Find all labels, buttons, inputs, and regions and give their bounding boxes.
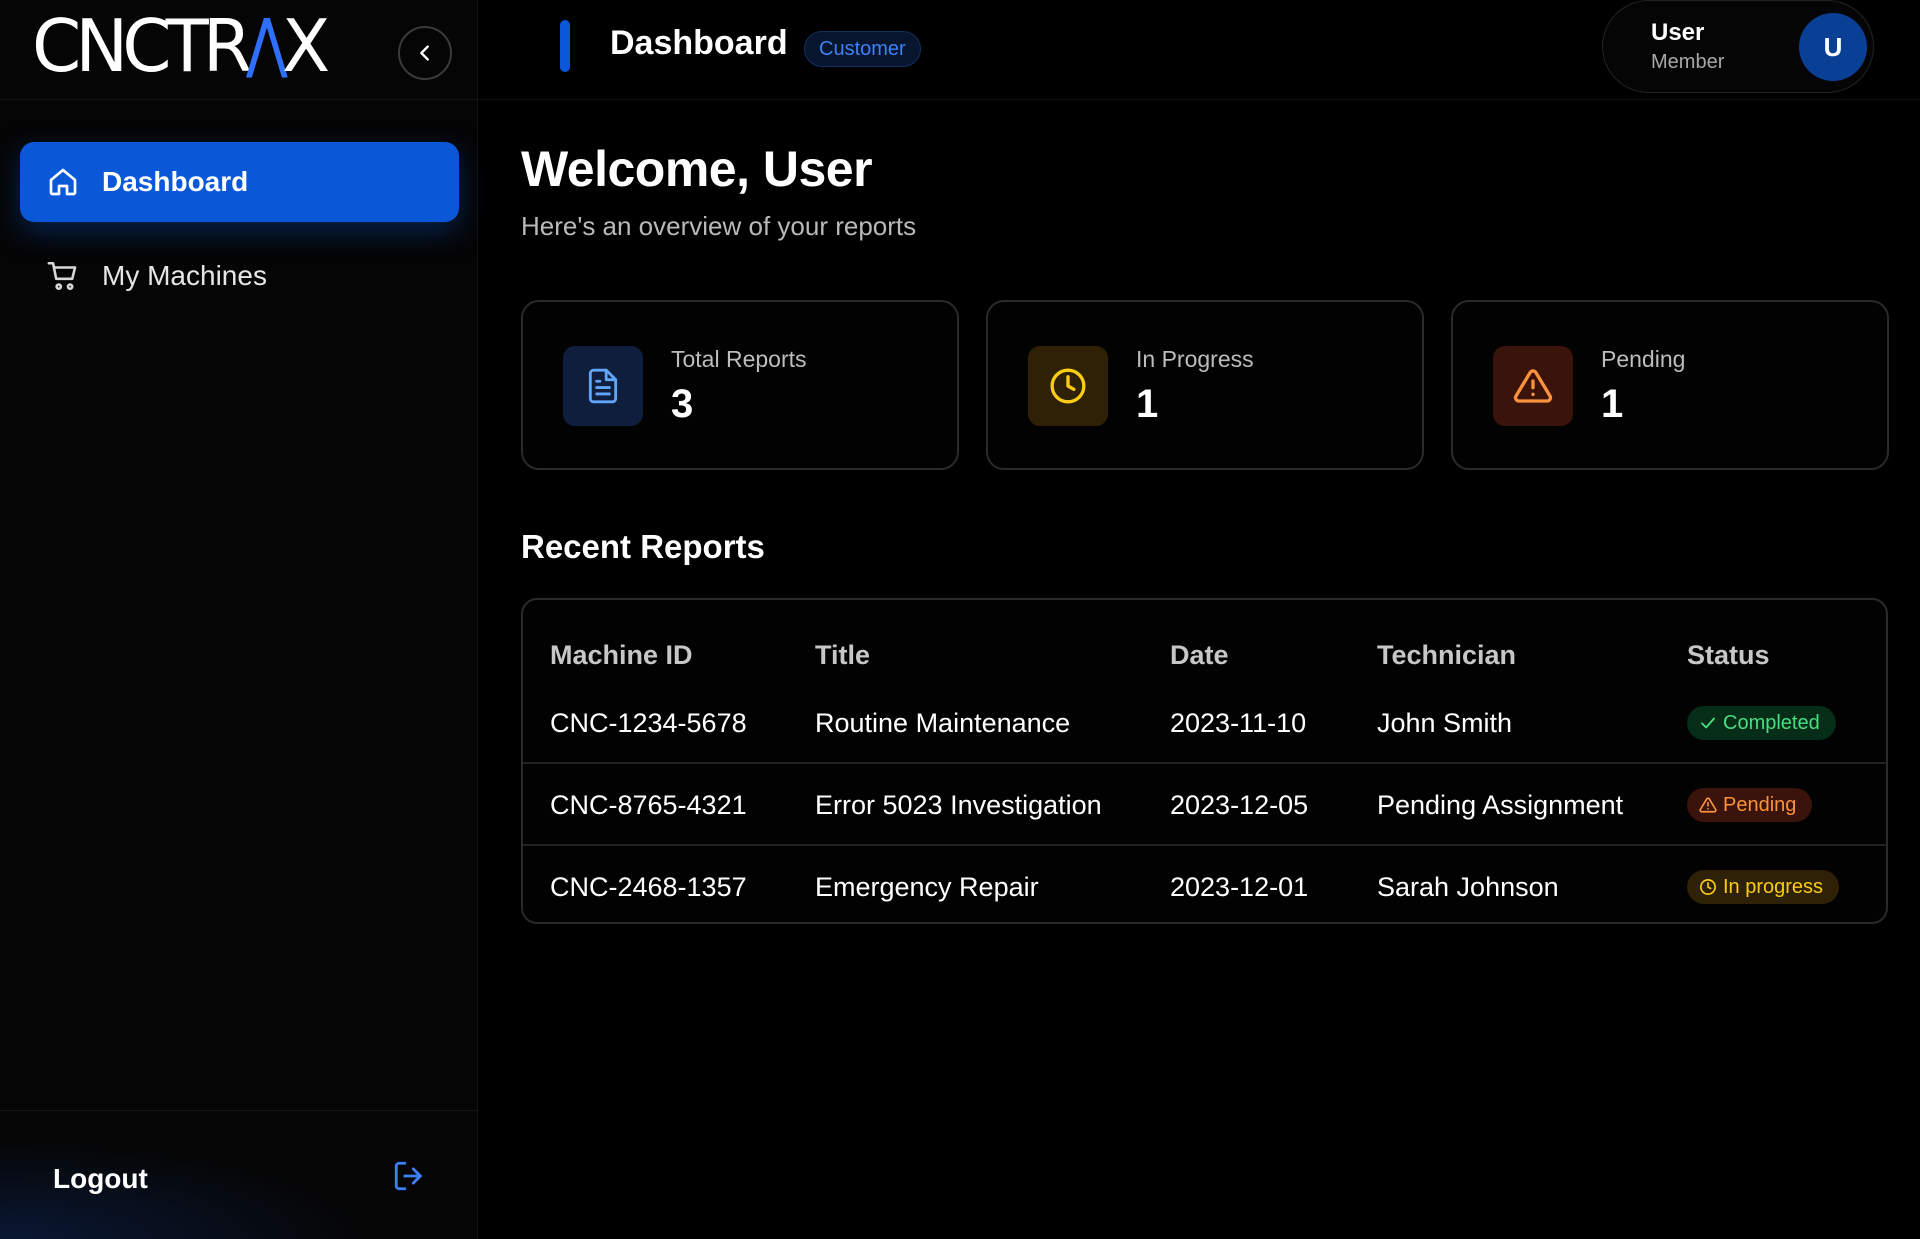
stat-value: 1 <box>1136 382 1159 426</box>
title-accent-bar <box>560 20 570 72</box>
machine-id-cell: CNC-1234-5678 <box>550 707 747 738</box>
sidebar: CNCTR/\X Dashboard My Machines Logout <box>0 0 478 1239</box>
clock-icon <box>1700 879 1716 895</box>
user-role: Member <box>1651 51 1725 73</box>
home-icon <box>46 165 80 199</box>
date-cell: 2023-12-01 <box>1170 871 1309 902</box>
sidebar-item-label: My Machines <box>102 260 267 291</box>
stat-value: 1 <box>1601 382 1624 426</box>
sidebar-nav: Dashboard My Machines <box>20 142 459 330</box>
status-badge: In progress <box>1687 870 1840 904</box>
reports-table: Machine ID Title Date Technician Status … <box>521 598 1888 924</box>
status-cell: Completed <box>1687 682 1836 764</box>
clock-icon <box>1028 346 1108 426</box>
check-icon <box>1701 717 1715 729</box>
sidebar-footer: Logout <box>0 1110 478 1239</box>
section-title-recent-reports: Recent Reports <box>521 528 765 565</box>
stat-label: In Progress <box>1136 346 1254 372</box>
avatar[interactable]: U <box>1799 13 1867 81</box>
status-cell: Pending <box>1687 764 1813 846</box>
welcome-heading: Welcome, User <box>521 141 873 197</box>
status-badge: Completed <box>1687 706 1836 740</box>
date-cell: 2023-11-10 <box>1170 707 1307 738</box>
document-icon <box>563 346 643 426</box>
warning-icon <box>1493 346 1573 426</box>
user-name: User <box>1651 19 1705 46</box>
page-title: Dashboard <box>610 24 788 62</box>
user-menu[interactable]: User Member U <box>1602 0 1874 93</box>
technician-cell: Pending Assignment <box>1377 789 1624 820</box>
chevron-left-icon <box>420 45 429 61</box>
logout-label[interactable]: Logout <box>53 1163 148 1195</box>
sidebar-item-label: Dashboard <box>102 166 249 197</box>
top-header: Dashboard Customer User Member U <box>478 0 1920 100</box>
logo: CNCTR/\X <box>32 4 330 88</box>
machine-id-cell: CNC-8765-4321 <box>550 789 747 820</box>
status-cell: In progress <box>1687 846 1840 922</box>
machine-id-cell: CNC-2468-1357 <box>550 871 747 902</box>
brand-area: CNCTR/\X <box>0 0 478 100</box>
stat-value: 3 <box>671 382 694 426</box>
table-row[interactable]: CNC-2468-1357 Emergency Repair 2023-12-0… <box>523 846 1886 922</box>
stat-label: Pending <box>1601 346 1686 372</box>
technician-cell: John Smith <box>1377 707 1513 738</box>
table-row[interactable]: CNC-8765-4321 Error 5023 Investigation 2… <box>523 764 1886 846</box>
collapse-sidebar-button[interactable] <box>398 26 452 80</box>
status-badge: Pending <box>1687 788 1813 822</box>
table-row[interactable]: CNC-1234-5678 Routine Maintenance 2023-1… <box>523 682 1886 764</box>
logout-icon[interactable] <box>392 1159 426 1193</box>
stat-card-total-reports: Total Reports 3 <box>521 300 959 470</box>
technician-cell: Sarah Johnson <box>1377 871 1559 902</box>
welcome-subtitle: Here's an overview of your reports <box>521 211 917 241</box>
cart-icon <box>46 259 80 293</box>
status-text: Completed <box>1723 711 1820 734</box>
warning-icon <box>1699 797 1717 813</box>
role-badge: Customer <box>804 31 921 67</box>
sidebar-item-my-machines[interactable]: My Machines <box>20 236 459 316</box>
stat-card-in-progress: In Progress 1 <box>986 300 1424 470</box>
stat-card-pending: Pending 1 <box>1451 300 1889 470</box>
date-cell: 2023-12-05 <box>1170 789 1309 820</box>
status-text: Pending <box>1723 793 1797 816</box>
sidebar-item-dashboard[interactable]: Dashboard <box>20 142 459 222</box>
title-cell: Routine Maintenance <box>815 707 1071 738</box>
table-header-row: Machine ID Title Date Technician Status <box>523 600 1886 682</box>
title-cell: Error 5023 Investigation <box>815 789 1102 820</box>
stat-label: Total Reports <box>671 346 807 372</box>
title-cell: Emergency Repair <box>815 871 1039 902</box>
status-text: In progress <box>1723 875 1824 898</box>
